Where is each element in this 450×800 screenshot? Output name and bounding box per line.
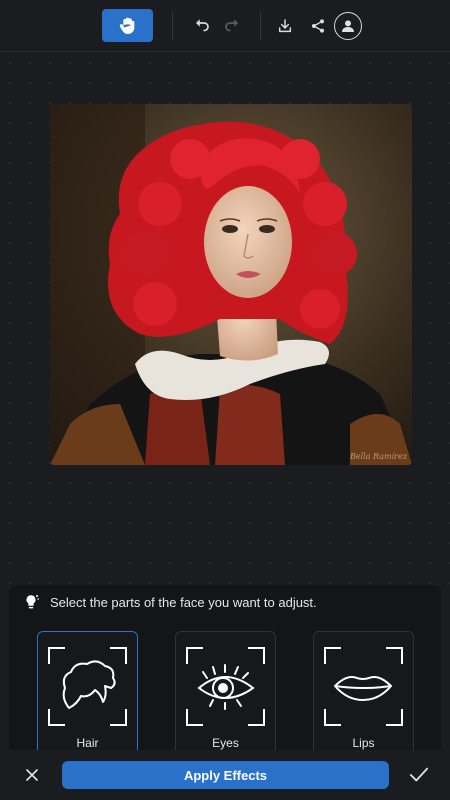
hand-tool-button[interactable] [102, 9, 153, 42]
profile-button[interactable] [334, 12, 362, 40]
undo-icon [196, 19, 209, 32]
redo-button[interactable] [220, 14, 244, 38]
hair-icon [48, 647, 127, 726]
download-button[interactable] [273, 14, 297, 38]
hint-row: Select the parts of the face you want to… [22, 592, 317, 612]
hair-option[interactable]: Hair [37, 631, 138, 756]
eye-icon [186, 647, 265, 726]
download-icon [278, 19, 292, 33]
top-toolbar [0, 0, 450, 52]
redo-icon [225, 19, 238, 32]
close-icon [26, 769, 38, 781]
hint-text: Select the parts of the face you want to… [50, 594, 317, 610]
share-button[interactable] [306, 14, 330, 38]
toolbar-divider [260, 12, 261, 40]
lips-label: Lips [352, 736, 375, 750]
undo-button[interactable] [190, 14, 214, 38]
toolbar-divider [172, 12, 173, 40]
lips-option[interactable]: Lips [313, 631, 414, 756]
artist-signature: Bella Ramírez [349, 452, 408, 461]
hand-icon [119, 17, 134, 34]
share-icon [312, 19, 324, 33]
lightbulb-icon [26, 595, 39, 609]
eyes-label: Eyes [212, 736, 239, 750]
close-button[interactable] [22, 765, 42, 785]
checkmark-icon [409, 767, 429, 782]
confirm-button[interactable] [408, 765, 430, 785]
lips-icon [324, 647, 403, 726]
apply-effects-button[interactable]: Apply Effects [62, 761, 389, 789]
profile-icon [342, 20, 354, 32]
portrait-image[interactable]: Bella Ramírez [50, 104, 412, 465]
editor-canvas[interactable]: Bella Ramírez [0, 53, 450, 585]
eyes-option[interactable]: Eyes [175, 631, 276, 756]
hair-label: Hair [76, 736, 99, 750]
